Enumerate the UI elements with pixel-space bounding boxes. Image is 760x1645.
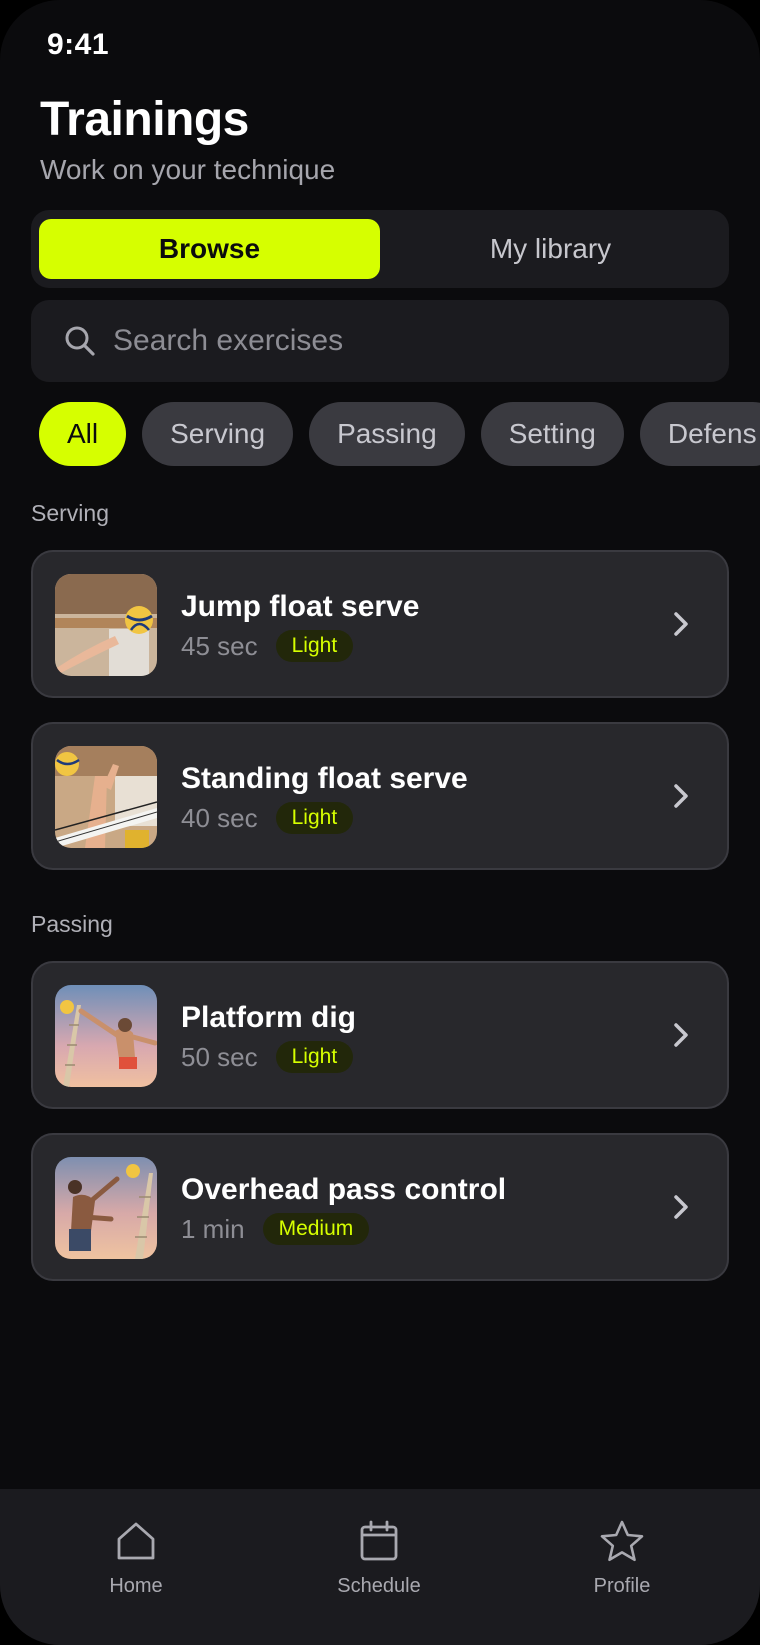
chevron-right-icon (674, 612, 688, 636)
tab-profile[interactable]: Profile (542, 1519, 702, 1598)
calendar-icon (360, 1520, 398, 1561)
difficulty-badge: Light (275, 1041, 354, 1073)
exercise-card[interactable]: Jump float serve 45 sec Light (31, 550, 729, 698)
section-label-passing: Passing (31, 911, 113, 937)
difficulty-badge: Medium (262, 1213, 370, 1245)
exercise-duration: 50 sec (181, 1041, 258, 1072)
filter-chip-all[interactable]: All (39, 402, 127, 466)
tab-schedule[interactable]: Schedule (299, 1519, 459, 1598)
page-title: Trainings (40, 93, 249, 146)
segment-my-library[interactable]: My library (380, 219, 721, 279)
chevron-right-icon (674, 1195, 688, 1219)
tab-label-home: Home (109, 1575, 163, 1597)
exercise-thumbnail (55, 985, 157, 1087)
exercise-title: Standing float serve (181, 762, 468, 795)
filter-chip-defense[interactable]: Defens (639, 402, 760, 466)
star-icon (600, 1520, 644, 1562)
page-subtitle: Work on your technique (40, 154, 336, 185)
filter-chips: All Serving Passing Setting Defens (39, 402, 760, 466)
section-label-serving: Serving (31, 500, 109, 526)
tab-label-schedule: Schedule (337, 1575, 421, 1597)
tab-label-profile: Profile (593, 1575, 651, 1597)
exercise-duration: 45 sec (181, 630, 258, 661)
tab-home[interactable]: Home (56, 1519, 216, 1598)
exercise-meta: 45 sec Light (181, 630, 354, 662)
exercise-thumbnail (55, 1157, 157, 1259)
search-input[interactable] (113, 324, 673, 358)
segment-browse[interactable]: Browse (39, 219, 380, 279)
exercise-card[interactable]: Standing float serve 40 sec Light (31, 722, 729, 870)
exercise-thumbnail (55, 746, 157, 848)
home-icon (117, 1522, 155, 1560)
exercise-meta: 50 sec Light (181, 1041, 354, 1073)
exercise-meta: 1 min Medium (181, 1213, 370, 1245)
exercise-title: Overhead pass control (181, 1173, 507, 1206)
exercise-title: Jump float serve (181, 590, 420, 623)
exercise-meta: 40 sec Light (181, 802, 354, 834)
chevron-right-icon (674, 1023, 688, 1047)
bottom-tab-bar: Home Schedule Profile (0, 1489, 760, 1645)
exercise-duration: 40 sec (181, 802, 258, 833)
filter-chip-serving[interactable]: Serving (142, 402, 294, 466)
difficulty-badge: Light (275, 802, 354, 834)
difficulty-badge: Light (275, 630, 354, 662)
exercise-card[interactable]: Platform dig 50 sec Light (31, 961, 729, 1109)
exercise-duration: 1 min (181, 1213, 245, 1244)
filter-chip-passing[interactable]: Passing (309, 402, 465, 466)
status-time: 9:41 (47, 28, 110, 61)
search-icon (63, 324, 97, 358)
phone-screen: 9:41 Trainings Work on your technique Br… (0, 0, 760, 1645)
chevron-right-icon (674, 784, 688, 808)
segmented-control: Browse My library (31, 210, 729, 288)
exercise-card[interactable]: Overhead pass control 1 min Medium (31, 1133, 729, 1281)
filter-chip-setting[interactable]: Setting (480, 402, 624, 466)
exercise-title: Platform dig (181, 1001, 357, 1034)
exercise-thumbnail (55, 574, 157, 676)
search-bar[interactable] (31, 300, 729, 382)
